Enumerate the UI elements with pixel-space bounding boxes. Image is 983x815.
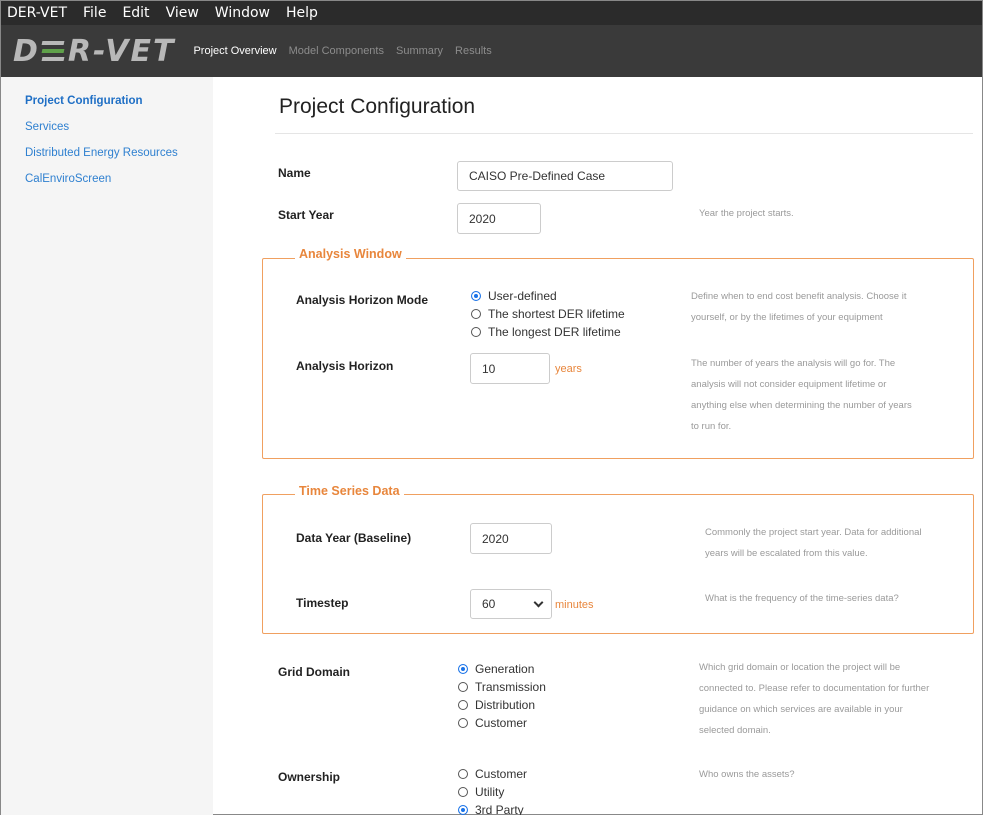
sidebar-item-distributed-energy-resources[interactable]: Distributed Energy Resources	[25, 147, 213, 159]
radio-ownership-3rd-party[interactable]: 3rd Party	[458, 801, 527, 815]
radio-unselected-icon	[458, 700, 468, 710]
menu-edit[interactable]: Edit	[122, 5, 149, 21]
sidebar-item-project-configuration[interactable]: Project Configuration	[25, 95, 213, 107]
analysis-horizon-mode-label: Analysis Horizon Mode	[296, 293, 429, 307]
nav-model-components[interactable]: Model Components	[289, 45, 384, 57]
analysis-horizon-mode-radios: User-defined The shortest DER lifetime T…	[471, 287, 625, 341]
menu-app-name[interactable]: DER-VET	[7, 5, 67, 21]
ownership-help: Who owns the assets?	[699, 769, 795, 780]
menu-file[interactable]: File	[83, 5, 106, 21]
analysis-horizon-label: Analysis Horizon	[296, 359, 394, 373]
sidebar: Project Configuration Services Distribut…	[1, 77, 213, 815]
name-input[interactable]: CAISO Pre-Defined Case	[457, 161, 673, 191]
data-year-input[interactable]: 2020	[470, 523, 552, 554]
timestep-unit: minutes	[555, 599, 594, 611]
top-nav: Project Overview Model Components Summar…	[193, 45, 503, 57]
radio-shortest-der-lifetime[interactable]: The shortest DER lifetime	[471, 305, 625, 323]
page-title: Project Configuration	[279, 95, 476, 118]
analysis-window-legend: Analysis Window	[295, 247, 406, 261]
sidebar-item-calenviroscreen[interactable]: CalEnviroScreen	[25, 173, 213, 185]
sidebar-item-services[interactable]: Services	[25, 121, 213, 133]
time-series-fieldset	[262, 494, 974, 634]
radio-user-defined[interactable]: User-defined	[471, 287, 625, 305]
analysis-horizon-unit: years	[555, 363, 582, 375]
timestep-help: What is the frequency of the time-series…	[705, 593, 899, 604]
radio-transmission[interactable]: Transmission	[458, 678, 546, 696]
radio-selected-icon	[458, 664, 468, 674]
analysis-horizon-mode-help: Define when to end cost benefit analysis…	[691, 291, 907, 323]
time-series-legend: Time Series Data	[295, 484, 404, 498]
start-year-label: Start Year	[278, 208, 334, 222]
radio-unselected-icon	[458, 718, 468, 728]
grid-domain-radios: Generation Transmission Distribution Cus…	[458, 660, 546, 732]
logo-e-mark	[41, 40, 66, 62]
dervet-logo: D R-VET	[13, 33, 176, 69]
nav-results[interactable]: Results	[455, 45, 492, 57]
analysis-horizon-help: The number of years the analysis will go…	[691, 358, 912, 432]
data-year-label: Data Year (Baseline)	[296, 531, 412, 545]
nav-project-overview[interactable]: Project Overview	[193, 45, 276, 57]
ownership-radios: Customer Utility 3rd Party	[458, 765, 527, 815]
radio-longest-der-lifetime[interactable]: The longest DER lifetime	[471, 323, 625, 341]
data-year-help: Commonly the project start year. Data fo…	[705, 527, 922, 559]
menu-bar: DER-VET File Edit View Window Help	[1, 1, 982, 25]
menu-view[interactable]: View	[166, 5, 199, 21]
menu-help[interactable]: Help	[286, 5, 318, 21]
radio-unselected-icon	[458, 769, 468, 779]
name-label: Name	[278, 166, 311, 180]
radio-unselected-icon	[458, 682, 468, 692]
radio-generation[interactable]: Generation	[458, 660, 546, 678]
grid-domain-label: Grid Domain	[278, 665, 351, 679]
ownership-label: Ownership	[278, 770, 341, 784]
radio-unselected-icon	[471, 309, 481, 319]
chevron-down-icon	[533, 597, 544, 608]
title-divider	[275, 133, 973, 134]
radio-distribution[interactable]: Distribution	[458, 696, 546, 714]
radio-ownership-utility[interactable]: Utility	[458, 783, 527, 801]
menu-window[interactable]: Window	[215, 5, 270, 21]
radio-selected-icon	[458, 805, 468, 815]
app-header: D R-VET Project Overview Model Component…	[1, 25, 982, 77]
radio-ownership-customer[interactable]: Customer	[458, 765, 527, 783]
start-year-help: Year the project starts.	[699, 208, 794, 219]
main-content: Project Configuration Name CAISO Pre-Def…	[213, 77, 982, 815]
radio-customer-domain[interactable]: Customer	[458, 714, 546, 732]
timestep-label: Timestep	[296, 596, 349, 610]
nav-summary[interactable]: Summary	[396, 45, 443, 57]
timestep-select[interactable]: 60	[470, 589, 552, 619]
start-year-input[interactable]: 2020	[457, 203, 541, 234]
radio-unselected-icon	[471, 327, 481, 337]
analysis-horizon-input[interactable]: 10	[470, 353, 550, 384]
radio-selected-icon	[471, 291, 481, 301]
radio-unselected-icon	[458, 787, 468, 797]
grid-domain-help: Which grid domain or location the projec…	[699, 662, 930, 736]
